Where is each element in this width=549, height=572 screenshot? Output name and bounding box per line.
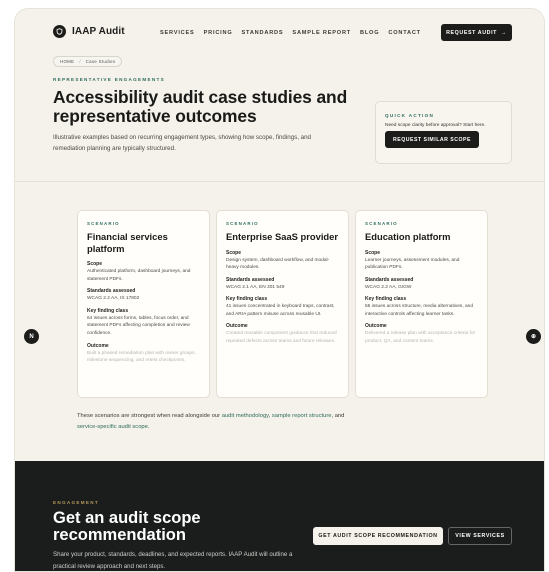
finding-value: 41 issues concentrated in keyboard traps… xyxy=(226,304,335,317)
nav-link-services[interactable]: SERVICES xyxy=(160,30,195,36)
case-study-card-saas: SCENARIO Enterprise SaaS provider Scope … xyxy=(216,210,349,398)
brand-name: IAAP Audit xyxy=(72,26,125,37)
hero-subtitle: Illustrative examples based on recurring… xyxy=(53,134,311,152)
cta-section: ENGAGEMENT Get an audit scope recommenda… xyxy=(15,461,544,571)
nav-link-standards[interactable]: STANDARDS xyxy=(242,30,284,36)
scope-label: Scope xyxy=(226,249,242,256)
standards-label: Standards assessed xyxy=(87,288,136,295)
scope-label: Scope xyxy=(87,261,103,267)
standards-label: Standards assessed xyxy=(226,276,275,283)
shield-icon xyxy=(53,25,66,38)
request-similar-scope-button[interactable]: REQUEST SIMILAR SCOPE xyxy=(385,131,479,148)
cta-eyebrow: ENGAGEMENT xyxy=(53,500,99,505)
card-eyebrow: SCENARIO xyxy=(87,221,120,226)
standards-value: WCAG 2.1 AA, EN 301 549 xyxy=(226,284,285,290)
standards-value: WCAG 2.2 AA, GIGW xyxy=(365,284,412,290)
sample-report-link[interactable]: sample report structure xyxy=(272,413,332,419)
audit-methodology-link[interactable]: audit methodology xyxy=(222,413,269,419)
footnote-text: These scenarios are strongest when read … xyxy=(77,413,222,419)
cta-title: Get an audit scope recommendation xyxy=(53,509,201,544)
section-divider xyxy=(15,181,544,182)
outcome-value: Built a phased remediation plan with own… xyxy=(87,350,196,364)
standards-label: Standards assessed xyxy=(365,276,414,283)
breadcrumb-home[interactable]: HOME xyxy=(60,59,74,64)
outcome-value: Delivered a release plan with acceptance… xyxy=(365,331,476,345)
nav-links: SERVICES PRICING STANDARDS SAMPLE REPORT… xyxy=(160,30,421,36)
next-arrow-button[interactable]: ⊕ xyxy=(526,329,541,344)
scope-label: Scope xyxy=(365,249,381,256)
footnote: These scenarios are strongest when read … xyxy=(77,411,357,432)
page-frame: IAAP Audit SERVICES PRICING STANDARDS SA… xyxy=(14,8,545,572)
nav-link-pricing[interactable]: PRICING xyxy=(204,30,233,36)
top-nav: IAAP Audit SERVICES PRICING STANDARDS SA… xyxy=(15,9,544,57)
standards-value: WCAG 2.2 AA, IS 17802 xyxy=(87,296,140,302)
outcome-label: Outcome xyxy=(226,323,248,330)
finding-label: Key finding class xyxy=(87,307,129,314)
breadcrumb-separator: / xyxy=(79,59,81,64)
scope-value: Authenticated platform, dashboard journe… xyxy=(87,269,191,282)
audit-scope-link[interactable]: service-specific audit scope xyxy=(77,424,148,430)
page-title: Accessibility audit case studies and rep… xyxy=(53,87,348,126)
scope-value: Design system, dashboard workflow, and m… xyxy=(226,257,330,271)
prev-arrow-button[interactable]: N xyxy=(24,329,39,344)
card-title: Education platform xyxy=(365,231,451,242)
footnote-text: . xyxy=(147,423,150,430)
card-eyebrow: SCENARIO xyxy=(365,221,398,226)
case-study-card-financial: SCENARIO Financial services platform Sco… xyxy=(77,210,210,398)
brand-logo[interactable]: IAAP Audit xyxy=(53,25,125,38)
finding-value: 64 issues across forms, tables, focus or… xyxy=(87,315,190,336)
request-audit-button[interactable]: REQUEST AUDIT → xyxy=(441,24,512,41)
breadcrumb: HOME / Case Studies xyxy=(53,56,123,67)
finding-value: 55 issues across structure, media altern… xyxy=(365,304,473,317)
get-scope-recommendation-button[interactable]: GET AUDIT SCOPE RECOMMENDATION xyxy=(313,527,443,545)
card-title: Enterprise SaaS provider xyxy=(226,231,339,242)
quick-action-panel: QUICK ACTION Need scope clarity before a… xyxy=(375,101,512,164)
finding-label: Key finding class xyxy=(365,296,407,303)
quick-action-eyebrow: QUICK ACTION xyxy=(385,113,435,118)
scope-value: Learner journeys, assessment modules, an… xyxy=(365,257,460,271)
nav-link-blog[interactable]: BLOG xyxy=(360,30,379,36)
outcome-label: Outcome xyxy=(365,323,387,330)
card-title: Financial services platform xyxy=(87,231,168,254)
quick-action-text: Need scope clarity before approval? Star… xyxy=(385,123,486,128)
card-eyebrow: SCENARIO xyxy=(226,221,259,226)
cta-subtitle: Share your product, standards, deadlines… xyxy=(53,551,293,570)
nav-link-sample-report[interactable]: SAMPLE REPORT xyxy=(292,30,351,36)
case-study-card-education: SCENARIO Education platform Scope Learne… xyxy=(355,210,488,398)
finding-label: Key finding class xyxy=(226,296,268,303)
breadcrumb-current: Case Studies xyxy=(85,59,116,64)
request-audit-label: REQUEST AUDIT xyxy=(446,29,497,36)
view-services-button[interactable]: VIEW SERVICES xyxy=(448,527,512,545)
arrow-right-icon: → xyxy=(500,29,507,36)
outcome-label: Outcome xyxy=(87,342,109,349)
outcome-value: Created reusable component guidance that… xyxy=(226,331,337,345)
nav-link-contact[interactable]: CONTACT xyxy=(388,30,421,36)
footnote-text: , and xyxy=(331,413,345,419)
hero-eyebrow: REPRESENTATIVE ENGAGEMENTS xyxy=(53,77,165,82)
